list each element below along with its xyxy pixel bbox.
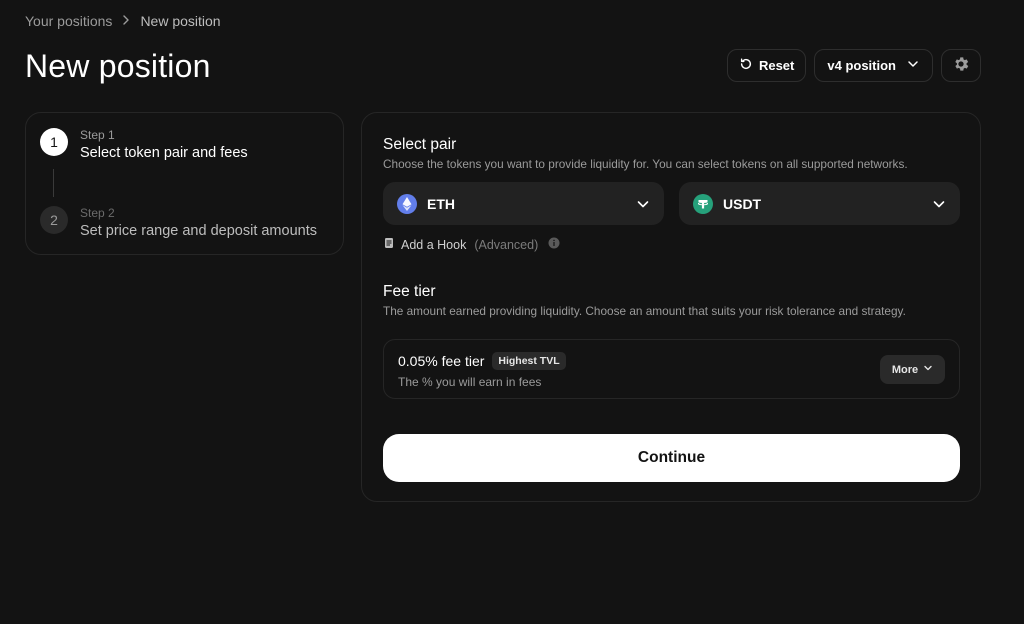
fee-tier-selected: 0.05% fee tier bbox=[398, 353, 485, 369]
version-dropdown[interactable]: v4 position bbox=[814, 49, 933, 82]
header-actions: Reset v4 position bbox=[726, 49, 981, 82]
more-label: More bbox=[891, 363, 919, 376]
select-pair-description: Choose the tokens you want to provide li… bbox=[383, 157, 908, 171]
continue-button[interactable]: Continue bbox=[383, 434, 960, 482]
settings-button[interactable] bbox=[941, 49, 981, 82]
fee-tier-title: Fee tier bbox=[383, 283, 436, 300]
stepper-card: 1 Step 1 Select token pair and fees 2 St… bbox=[25, 112, 344, 255]
chevron-down-icon bbox=[906, 57, 920, 74]
more-fee-tiers-button[interactable]: More bbox=[880, 355, 945, 384]
step-connector bbox=[53, 169, 54, 197]
version-label: v4 position bbox=[827, 58, 896, 73]
new-position-card: Select pair Choose the tokens you want t… bbox=[361, 112, 981, 502]
step-2: 2 Step 2 Set price range and deposit amo… bbox=[40, 206, 317, 239]
refresh-icon bbox=[739, 57, 753, 74]
fee-tier-subtitle: The % you will earn in fees bbox=[398, 375, 542, 389]
token-b-select[interactable]: USDT bbox=[679, 182, 960, 225]
chevron-right-icon bbox=[120, 13, 132, 29]
step-1-label: Step 1 bbox=[80, 128, 115, 142]
chevron-down-icon bbox=[932, 197, 946, 211]
reset-button[interactable]: Reset bbox=[726, 49, 807, 82]
chevron-down-icon bbox=[923, 363, 933, 376]
breadcrumb: Your positions New position bbox=[25, 13, 221, 29]
page-title: New position bbox=[25, 48, 211, 84]
step-2-label: Step 2 bbox=[80, 206, 115, 220]
highest-tvl-badge: Highest TVL bbox=[492, 352, 566, 370]
document-icon bbox=[383, 237, 395, 252]
gear-icon bbox=[952, 55, 970, 76]
fee-tier-selector[interactable]: 0.05% fee tier Highest TVL The % you wil… bbox=[383, 339, 960, 399]
chevron-down-icon bbox=[636, 197, 650, 211]
select-pair-title: Select pair bbox=[383, 136, 457, 153]
step-2-number: 2 bbox=[40, 206, 68, 234]
breadcrumb-current: New position bbox=[140, 13, 221, 29]
eth-icon bbox=[397, 193, 417, 214]
add-hook-button[interactable]: Add a Hook (Advanced) bbox=[383, 237, 560, 252]
info-icon[interactable] bbox=[548, 237, 560, 252]
add-hook-label: Add a Hook bbox=[401, 237, 467, 252]
step-2-title: Set price range and deposit amounts bbox=[80, 223, 317, 239]
tether-icon bbox=[693, 193, 713, 214]
token-b-symbol: USDT bbox=[723, 195, 762, 212]
step-1[interactable]: 1 Step 1 Select token pair and fees bbox=[40, 128, 248, 161]
token-a-select[interactable]: ETH bbox=[383, 182, 664, 225]
token-a-symbol: ETH bbox=[427, 195, 455, 212]
reset-label: Reset bbox=[758, 58, 795, 73]
breadcrumb-parent-link[interactable]: Your positions bbox=[25, 13, 112, 29]
step-1-number: 1 bbox=[40, 128, 68, 156]
add-hook-hint: (Advanced) bbox=[474, 237, 539, 252]
step-1-title: Select token pair and fees bbox=[80, 145, 248, 161]
fee-tier-description: The amount earned providing liquidity. C… bbox=[383, 304, 906, 318]
